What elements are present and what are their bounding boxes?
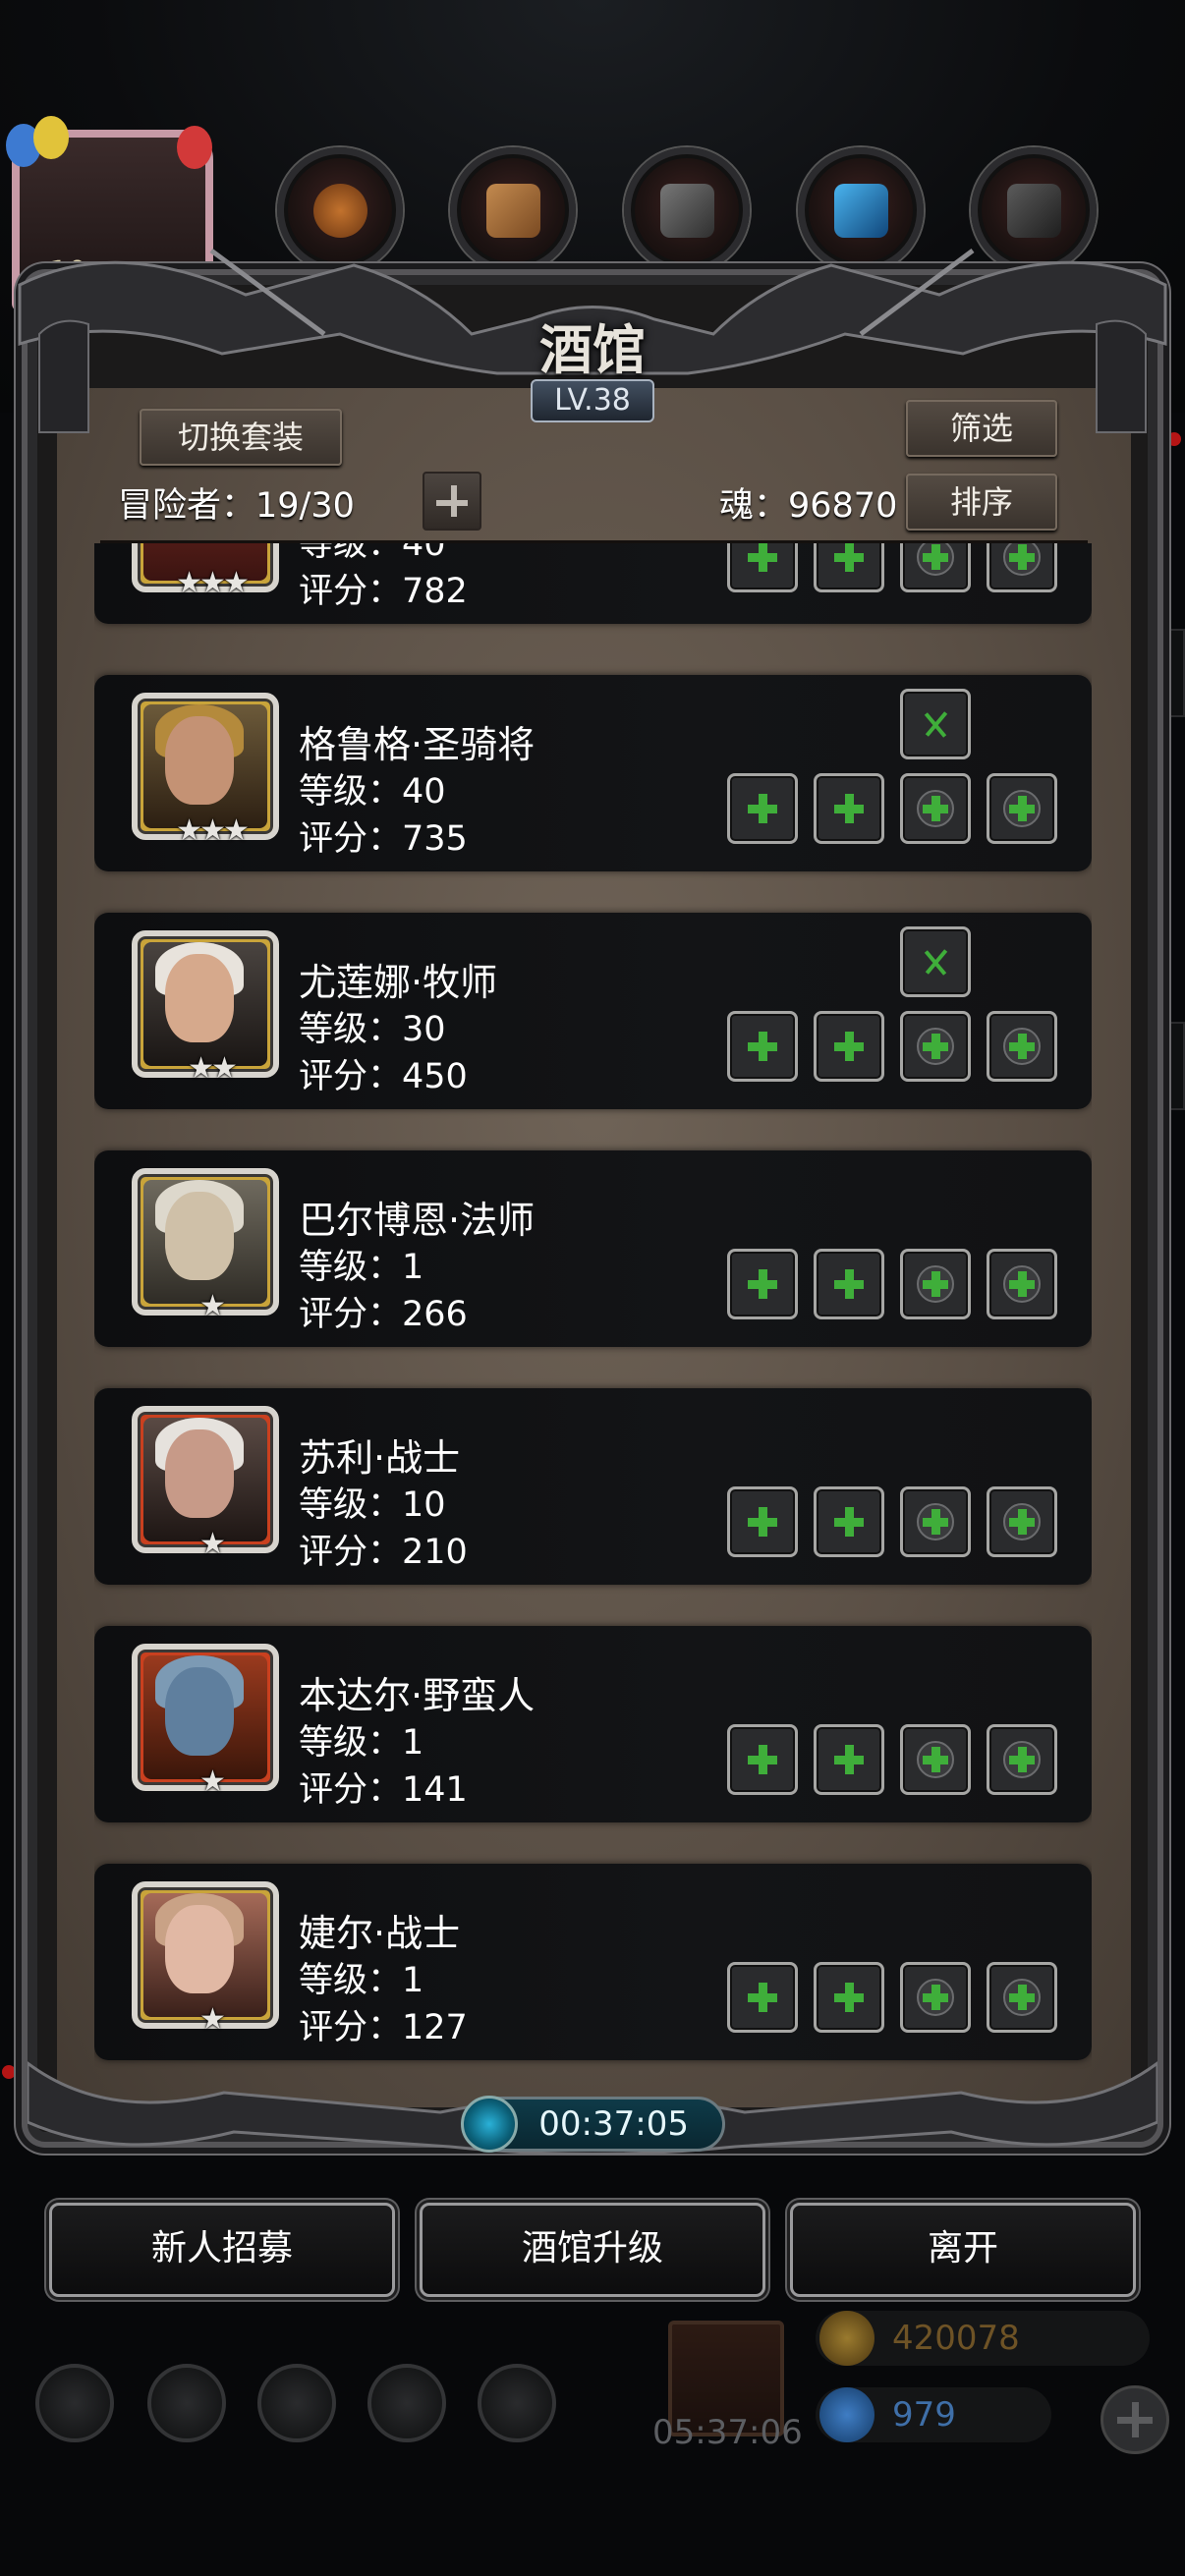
hero-card[interactable]: ★★★ 格鲁格·圣骑将 等级：40 评分：735 — [94, 675, 1092, 871]
weapon-slot[interactable] — [727, 1011, 798, 1082]
balloon-icon — [33, 116, 69, 159]
timer-text: 00:37:05 — [538, 2104, 689, 2144]
gold-counter: 420078 — [816, 2311, 1150, 2366]
armor-slot[interactable] — [814, 1724, 884, 1795]
amulet-slot[interactable] — [987, 543, 1057, 592]
star-rating: ★ — [199, 1764, 226, 1799]
sort-button[interactable]: 排序 — [906, 474, 1057, 531]
amulet-slot[interactable] — [987, 1486, 1057, 1557]
hero-name: 苏利·战士 — [299, 1436, 461, 1480]
achievement-icon[interactable] — [147, 2364, 226, 2442]
refresh-timer: 00:37:05 — [461, 2096, 725, 2153]
armor-slot[interactable] — [814, 1249, 884, 1319]
hero-name: 尤莲娜·牧师 — [299, 961, 498, 1004]
star-rating: ★★★ — [176, 566, 250, 600]
gold-coin-icon — [819, 2311, 875, 2366]
hero-level: 等级：30 — [299, 1010, 446, 1049]
star-rating: ★ — [199, 1527, 226, 1561]
hero-card[interactable]: ★★ 尤莲娜·牧师 等级：30 评分：450 — [94, 913, 1092, 1109]
hero-name: 婕尔·战士 — [299, 1912, 461, 1955]
star-rating: ★★★ — [176, 813, 250, 848]
hero-card[interactable]: ★ 巴尔博恩·法师 等级：1 评分：266 — [94, 1150, 1092, 1347]
hero-level: 等级：1 — [299, 1248, 424, 1287]
weapon-slot[interactable] — [727, 1724, 798, 1795]
armor-slot[interactable] — [814, 1962, 884, 2033]
ring-slot[interactable] — [900, 773, 971, 844]
clock-icon — [461, 2096, 518, 2153]
star-rating: ★★ — [188, 1051, 238, 1086]
hero-score: 评分：141 — [299, 1770, 468, 1810]
hero-score: 评分：127 — [299, 2008, 468, 2047]
hero-score: 评分：450 — [299, 1057, 468, 1096]
tavern-upgrade-button[interactable]: 酒馆升级 — [420, 2203, 765, 2297]
mail-icon[interactable] — [367, 2364, 446, 2442]
amulet-slot[interactable] — [987, 1249, 1057, 1319]
tavern-level-badge: LV.38 — [531, 379, 654, 422]
ring-slot[interactable] — [900, 1486, 971, 1557]
gem-counter: 979 — [816, 2387, 1051, 2442]
hero-portrait: ★★ — [132, 930, 279, 1086]
hero-level: 等级：1 — [299, 1961, 424, 2000]
star-rating: ★ — [199, 1289, 226, 1323]
hero-score: 评分：782 — [299, 572, 468, 611]
hero-level: 等级：40 — [299, 772, 446, 812]
hero-card[interactable]: ★ 苏利·战士 等级：10 评分：210 — [94, 1388, 1092, 1585]
gem-icon — [819, 2387, 875, 2442]
weapon-slot[interactable] — [727, 1249, 798, 1319]
locked-slot-icon[interactable] — [900, 689, 971, 759]
add-slot-button[interactable] — [423, 472, 481, 531]
amulet-slot[interactable] — [987, 1724, 1057, 1795]
filter-button[interactable]: 筛选 — [906, 400, 1057, 457]
amulet-slot[interactable] — [987, 773, 1057, 844]
hero-portrait: ★★★ — [132, 543, 279, 600]
armor-slot[interactable] — [814, 543, 884, 592]
hero-portrait: ★ — [132, 1406, 279, 1561]
armor-slot[interactable] — [814, 1011, 884, 1082]
weapon-slot[interactable] — [727, 1486, 798, 1557]
hero-name: 巴尔博恩·法师 — [299, 1199, 536, 1242]
leave-button[interactable]: 离开 — [790, 2203, 1136, 2297]
armor-slot[interactable] — [814, 1486, 884, 1557]
hero-portrait: ★★★ — [132, 693, 279, 848]
locked-slot-icon[interactable] — [900, 926, 971, 997]
amulet-slot[interactable] — [987, 1962, 1057, 2033]
adventurer-count: 冒险者：19/30 — [118, 486, 355, 526]
weapon-slot[interactable] — [727, 1962, 798, 2033]
add-currency-button[interactable] — [1100, 2385, 1169, 2454]
amulet-slot[interactable] — [987, 1011, 1057, 1082]
soul-count: 魂：96870 — [719, 486, 898, 526]
hero-score: 评分：266 — [299, 1295, 468, 1334]
ring-slot[interactable] — [900, 1962, 971, 2033]
hero-card[interactable]: ★★★ 等级：40 评分：782 — [94, 543, 1092, 624]
forge-icon[interactable] — [478, 2364, 556, 2442]
hero-portrait: ★ — [132, 1168, 279, 1323]
ring-slot[interactable] — [900, 543, 971, 592]
settings-gear-icon[interactable] — [35, 2364, 114, 2442]
gift-timer: 05:37:06 — [652, 2413, 803, 2452]
ring-slot[interactable] — [900, 1249, 971, 1319]
notification-dot — [2, 2065, 16, 2079]
hero-card[interactable]: ★ 婕尔·战士 等级：1 评分：127 — [94, 1864, 1092, 2060]
hero-card[interactable]: ★ 本达尔·野蛮人 等级：1 评分：141 — [94, 1626, 1092, 1822]
hero-level: 等级：1 — [299, 1723, 424, 1763]
recruit-button[interactable]: 新人招募 — [49, 2203, 395, 2297]
ring-slot[interactable] — [900, 1724, 971, 1795]
hero-level: 等级：10 — [299, 1485, 446, 1525]
weapon-slot[interactable] — [727, 543, 798, 592]
armor-slot[interactable] — [814, 773, 884, 844]
hero-portrait: ★ — [132, 1644, 279, 1799]
ring-slot[interactable] — [900, 1011, 971, 1082]
hero-name: 格鲁格·圣骑将 — [299, 723, 536, 766]
hero-portrait: ★ — [132, 1881, 279, 2037]
balloon-icon — [177, 126, 212, 169]
weapon-slot[interactable] — [727, 773, 798, 844]
guild-icon[interactable] — [257, 2364, 336, 2442]
window-title: 酒馆 — [539, 318, 646, 381]
hero-name: 本达尔·野蛮人 — [299, 1674, 536, 1717]
hero-list[interactable]: ★★★ 等级：40 评分：782 ★★★ 格鲁格·圣骑将 等级：40 评分：73… — [94, 543, 1092, 2071]
hero-score: 评分：735 — [299, 819, 468, 859]
hero-score: 评分：210 — [299, 1533, 468, 1572]
switch-set-button[interactable]: 切换套装 — [140, 409, 342, 466]
star-rating: ★ — [199, 2002, 226, 2037]
